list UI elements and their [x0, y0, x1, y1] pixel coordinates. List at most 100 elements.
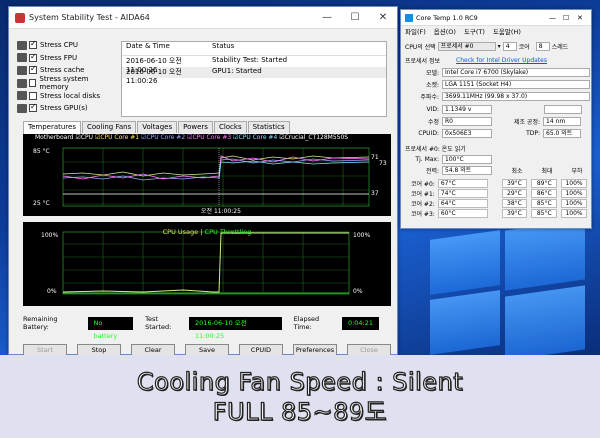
modulation-value — [544, 105, 582, 114]
maximize-icon[interactable]: ☐ — [341, 7, 369, 29]
maximize-icon[interactable]: ☐ — [563, 14, 577, 22]
chevron-down-icon[interactable]: ▾ — [498, 43, 501, 50]
stress-gpu-checkbox[interactable] — [29, 102, 37, 113]
table-row: 코어 #2: 64°C 38°C 85°C 100% — [407, 198, 587, 208]
socket-value: LGA 1151 (Socket H4) — [442, 80, 590, 89]
stress-item-label: Stress cache — [40, 66, 85, 75]
battery-label: Remaining Battery: — [23, 315, 58, 331]
aida-window[interactable]: System Stability Test - AIDA64 — ☐ ✕ Str… — [8, 6, 398, 356]
gpu-icon — [17, 103, 27, 113]
stress-item-label: Stress system memory — [39, 75, 89, 92]
driver-update-link[interactable]: Check for Intel Driver Updates — [456, 57, 547, 64]
coretemp-menu: 파일(F) 옵션(O) 도구(T) 도움말(H) — [401, 26, 591, 38]
elapsed-label: Elapsed Time: — [293, 315, 320, 331]
aida-title: System Stability Test - AIDA64 — [29, 13, 150, 22]
cpu-usage-graph: CPU Usage | CPU Throttling 100% 0% 100% … — [23, 222, 391, 306]
stress-item-label: Stress CPU — [40, 41, 78, 50]
table-row[interactable]: 2016-06-10 오전 11:00:26 Stability Test: S… — [122, 56, 386, 74]
menu-tools[interactable]: 도구(T) — [464, 26, 485, 38]
coretemp-title: Core Temp 1.0 RC9 — [416, 13, 478, 22]
temp-section-header: 프로세서 #0: 온도 읽기 — [405, 146, 466, 153]
info-header: 프로세서 정보 Check for Intel Driver Updates — [405, 57, 547, 65]
col-date-time[interactable]: Date & Time — [122, 42, 208, 55]
stress-fpu-checkbox[interactable] — [29, 52, 37, 62]
core-temp-table: 코어 #0: 67°C 39°C 89°C 100% 코어 #1: 74°C 2… — [407, 178, 587, 218]
temperature-graph: Motherboard ☑CPU ☑CPU Core #1 ☑CPU Core … — [23, 134, 391, 216]
close-icon[interactable]: ✕ — [369, 7, 397, 29]
cpu-select-row: CPU의 선택 프로세서 #0 ▾ 4 코어 8 스레드 — [405, 42, 569, 51]
model-value: Intel Core i7 6700 (Skylake) — [442, 68, 590, 77]
fpu-icon — [17, 53, 27, 63]
time-label: 오전 11:00:25 — [201, 208, 241, 215]
tab-voltages[interactable]: Voltages — [137, 121, 178, 133]
stress-item[interactable]: Stress GPU(s) — [17, 102, 117, 115]
table-row: 코어 #1: 74°C 29°C 86°C 100% — [407, 188, 587, 198]
tab-temperatures[interactable]: Temperatures — [23, 121, 81, 134]
table-row: 코어 #0: 67°C 39°C 89°C 100% — [407, 178, 587, 188]
stress-memory-checkbox[interactable] — [28, 79, 37, 88]
temp-legend: Motherboard ☑CPU ☑CPU Core #1 ☑CPU Core … — [35, 134, 349, 141]
flame-icon — [15, 12, 25, 23]
tdp-value: 65.0 와트 — [543, 129, 581, 138]
tab-clocks[interactable]: Clocks — [213, 121, 247, 133]
cpu-select-dropdown[interactable]: 프로세서 #0 — [437, 42, 496, 51]
table-row: 코어 #3: 60°C 39°C 85°C 100% — [407, 208, 587, 218]
cache-icon — [17, 65, 27, 75]
stress-options: Stress CPU Stress FPU Stress cache Stres… — [17, 39, 117, 115]
frequency-value: 3699.11MHz (99.98 x 37.0) — [442, 92, 590, 101]
y-bottom-right-label: 0% — [353, 288, 363, 295]
battery-value: No battery — [87, 316, 134, 340]
tab-statistics[interactable]: Statistics — [247, 121, 290, 133]
table-row[interactable]: 2016-06-10 오전 11:00:26 GPU1: Started — [122, 67, 386, 85]
log-table[interactable]: Date & Time Status 2016-06-10 오전 11:00:2… — [121, 41, 387, 117]
coretemp-app-icon — [405, 13, 413, 22]
close-icon[interactable]: ✕ — [577, 14, 591, 22]
revision-value: R0 — [442, 117, 492, 126]
coretemp-window[interactable]: Core Temp 1.0 RC9 — ☐ ✕ 파일(F) 옵션(O) 도구(T… — [400, 9, 592, 229]
aida-titlebar[interactable]: System Stability Test - AIDA64 — ☐ ✕ — [9, 7, 397, 29]
stress-item[interactable]: Stress system memory — [17, 75, 117, 92]
caption-line-2: FULL 85~89도 — [212, 397, 388, 426]
y-bottom-label: 25 °C — [33, 200, 50, 207]
value-label: 71 — [371, 154, 379, 161]
col-status[interactable]: Status — [208, 42, 386, 55]
coretemp-titlebar[interactable]: Core Temp 1.0 RC9 — ☐ ✕ — [401, 10, 591, 26]
minimize-icon[interactable]: — — [549, 14, 563, 22]
y-top-label: 85 °C — [33, 148, 50, 155]
y-top-right-label: 100% — [353, 232, 371, 239]
test-started-value: 2016-06-10 오전 11:00:25 — [188, 316, 282, 340]
windows-logo — [410, 219, 585, 355]
menu-options[interactable]: 옵션(O) — [434, 26, 456, 38]
stress-disk-checkbox[interactable] — [29, 91, 37, 100]
log-header: Date & Time Status — [122, 42, 386, 56]
usage-title: CPU Usage | CPU Throttling — [162, 228, 252, 236]
caption-band: Cooling Fan Speed : Silent FULL 85~89도 — [0, 355, 600, 438]
y-bottom-label: 0% — [47, 288, 57, 295]
menu-file[interactable]: 파일(F) — [405, 26, 426, 38]
value-label: 37 — [371, 190, 379, 197]
stress-item[interactable]: Stress FPU — [17, 52, 117, 65]
cpuid-value: 0x506E3 — [442, 129, 492, 138]
tab-cooling-fans[interactable]: Cooling Fans — [82, 121, 137, 133]
menu-help[interactable]: 도움말(H) — [493, 26, 521, 38]
status-bar: Remaining Battery: No battery Test Start… — [23, 315, 391, 340]
caption-line-1: Cooling Fan Speed : Silent — [136, 367, 464, 396]
lithography-value: 14 nm — [543, 117, 581, 126]
test-started-label: Test Started: — [145, 315, 172, 331]
elapsed-value: 0:04:21 — [341, 316, 379, 330]
power-value: 54.8 와트 — [442, 166, 492, 175]
memory-icon — [17, 78, 27, 88]
stress-item[interactable]: Stress local disks — [17, 89, 117, 102]
stress-item-label: Stress FPU — [40, 53, 78, 62]
minimize-icon[interactable]: — — [313, 7, 341, 29]
stress-item-label: Stress local disks — [40, 91, 101, 100]
stress-cache-checkbox[interactable] — [29, 64, 37, 75]
value-label: 73 — [379, 160, 387, 167]
tab-powers[interactable]: Powers — [178, 121, 213, 133]
stress-cpu-checkbox[interactable] — [29, 39, 37, 50]
stress-item-label: Stress GPU(s) — [40, 104, 88, 113]
cpu-icon — [17, 40, 27, 50]
graph-tabs: Temperatures Cooling Fans Voltages Power… — [23, 121, 291, 134]
stress-item[interactable]: Stress CPU — [17, 39, 117, 52]
tjmax-value: 100°C — [442, 155, 492, 164]
